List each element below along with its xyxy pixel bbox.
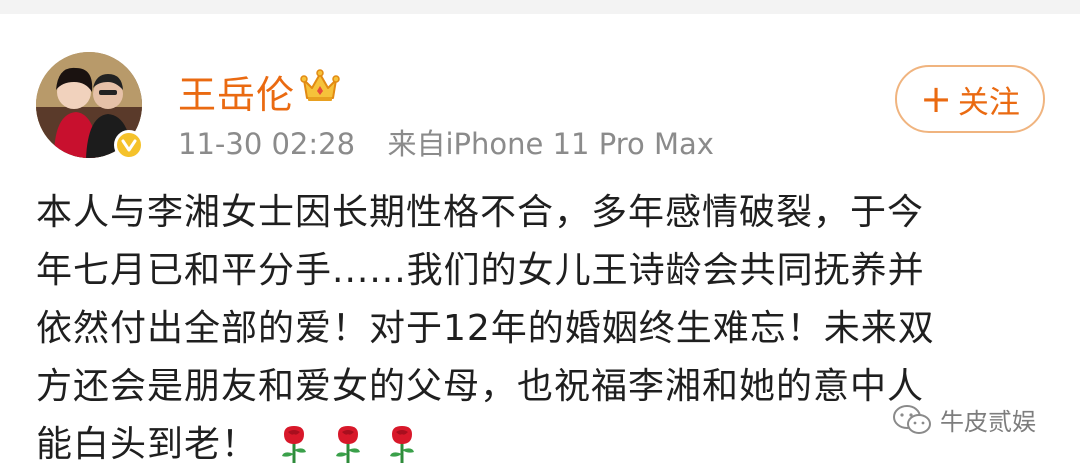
top-strip	[0, 0, 1080, 14]
post-line: 年七月已和平分手......我们的女儿王诗龄会共同抚养并	[36, 250, 925, 291]
follow-button[interactable]: + 关注	[895, 65, 1045, 133]
rose-icon	[282, 426, 307, 463]
follow-label: 关注	[957, 84, 1020, 121]
post-timestamp: 11-30 02:28	[178, 127, 356, 161]
watermark-text: 牛皮贰娱	[940, 408, 1036, 436]
rose-icon	[390, 426, 415, 463]
verified-badge-icon	[114, 130, 144, 160]
post-line: 依然付出全部的爱！对于12年的婚姻终生难忘！未来双	[36, 308, 935, 349]
post-meta: 11-30 02:28 来自iPhone 11 Pro Max	[178, 121, 714, 163]
watermark: 牛皮贰娱	[892, 402, 1036, 437]
avatar[interactable]	[36, 52, 144, 160]
crown-icon	[300, 69, 340, 101]
post-source[interactable]: 来自iPhone 11 Pro Max	[388, 127, 714, 161]
rose-icon	[336, 426, 361, 463]
plus-icon: +	[920, 77, 952, 121]
username[interactable]: 王岳伦	[178, 64, 295, 119]
wechat-icon	[893, 404, 931, 434]
post-line: 能白头到老！	[36, 424, 259, 465]
post-line: 本人与李湘女士因长期性格不合，多年感情破裂，于今	[36, 192, 925, 233]
